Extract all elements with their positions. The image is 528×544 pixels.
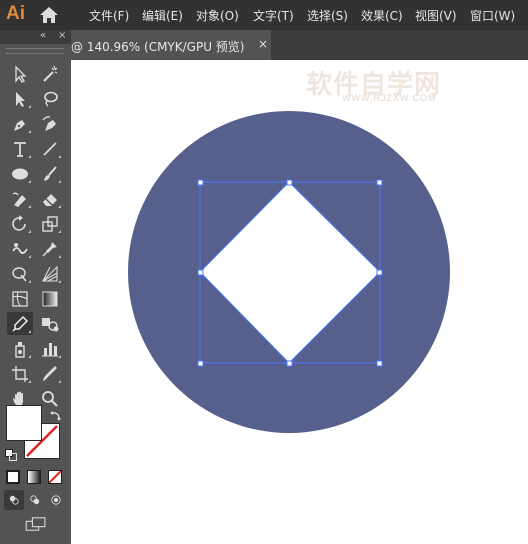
watermark-sub-text: WWW.RJZXW.COM bbox=[342, 93, 437, 103]
curvature-tool-icon[interactable] bbox=[37, 112, 63, 135]
panel-grip[interactable] bbox=[6, 48, 64, 54]
pen-tool-icon[interactable] bbox=[7, 112, 33, 135]
shape-builder-icon[interactable] bbox=[7, 262, 33, 285]
document-tab[interactable]: @ 140.96% (CMYK/GPU 预览) × bbox=[71, 30, 271, 60]
line-segment-icon[interactable] bbox=[37, 137, 63, 160]
draw-inside-icon[interactable] bbox=[46, 490, 66, 510]
gradient-mode-button[interactable] bbox=[27, 470, 41, 484]
scale-tool-icon[interactable] bbox=[37, 212, 63, 235]
artboard-tool-icon[interactable] bbox=[7, 362, 33, 385]
none-mode-button[interactable] bbox=[48, 470, 62, 484]
document-tab-title: @ 140.96% (CMYK/GPU 预览) bbox=[71, 40, 245, 54]
menu-type[interactable]: 文字(T) bbox=[253, 7, 294, 24]
lasso-icon[interactable] bbox=[37, 87, 63, 110]
menu-object[interactable]: 对象(O) bbox=[196, 7, 239, 24]
slice-tool-icon[interactable] bbox=[37, 362, 63, 385]
mesh-tool-icon[interactable] bbox=[7, 287, 33, 310]
tools-panel: « × bbox=[0, 30, 71, 544]
rotate-tool-icon[interactable] bbox=[7, 212, 33, 235]
direct-selection-icon[interactable] bbox=[7, 87, 33, 110]
close-panel-icon[interactable]: × bbox=[58, 30, 66, 41]
watermark: 软件自学网 WWW.RJZXW.COM bbox=[306, 62, 456, 108]
warp-tool-icon[interactable] bbox=[7, 237, 33, 260]
puppet-warp-icon[interactable] bbox=[37, 237, 63, 260]
gradient-tool-icon[interactable] bbox=[37, 287, 63, 310]
swap-fill-stroke-icon[interactable] bbox=[50, 407, 62, 421]
menu-file[interactable]: 文件(F) bbox=[89, 7, 129, 24]
draw-behind-icon[interactable] bbox=[25, 490, 45, 510]
ellipse-tool-icon[interactable] bbox=[7, 162, 33, 185]
selection-tool-icon[interactable] bbox=[7, 62, 33, 85]
menu-bar: Ai 文件(F) 编辑(E) 对象(O) 文字(T) 选择(S) 效果(C) 视… bbox=[0, 0, 528, 30]
draw-normal-icon[interactable] bbox=[4, 490, 24, 510]
tools-panel-header: « × bbox=[0, 30, 71, 44]
menu-window[interactable]: 窗口(W) bbox=[470, 7, 515, 24]
color-mode-button[interactable] bbox=[6, 470, 20, 484]
paintbrush-icon[interactable] bbox=[37, 162, 63, 185]
artboard-canvas[interactable] bbox=[71, 60, 528, 544]
app-logo: Ai bbox=[6, 3, 25, 24]
fill-swatch[interactable] bbox=[6, 405, 42, 441]
menu-view[interactable]: 视图(V) bbox=[415, 7, 457, 24]
blend-tool-icon[interactable] bbox=[37, 312, 63, 335]
eyedropper-tool-icon[interactable] bbox=[7, 312, 33, 335]
menu-effect[interactable]: 效果(C) bbox=[361, 7, 403, 24]
screen-mode-icon[interactable] bbox=[22, 514, 50, 534]
column-graph-icon[interactable] bbox=[37, 337, 63, 360]
menu-select[interactable]: 选择(S) bbox=[307, 7, 348, 24]
eraser-icon[interactable] bbox=[37, 187, 63, 210]
menu-edit[interactable]: 编辑(E) bbox=[142, 7, 183, 24]
home-icon[interactable] bbox=[38, 5, 60, 25]
document-tab-bar: @ 140.96% (CMYK/GPU 预览) × bbox=[71, 30, 528, 60]
close-tab-icon[interactable]: × bbox=[258, 37, 268, 51]
shaper-tool-icon[interactable] bbox=[7, 187, 33, 210]
type-tool-icon[interactable] bbox=[7, 137, 33, 160]
perspective-grid-icon[interactable] bbox=[37, 262, 63, 285]
magic-wand-icon[interactable] bbox=[37, 62, 63, 85]
symbol-sprayer-icon[interactable] bbox=[7, 337, 33, 360]
collapse-panel-icon[interactable]: « bbox=[40, 30, 46, 41]
default-fill-stroke-icon[interactable] bbox=[5, 446, 17, 461]
